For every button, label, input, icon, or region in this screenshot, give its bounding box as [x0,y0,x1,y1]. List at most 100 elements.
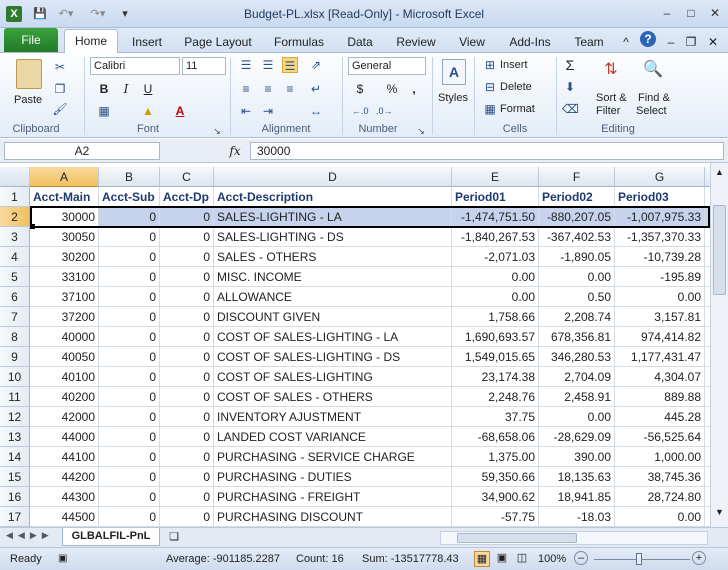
cell-b[interactable]: 0 [99,487,160,507]
tab-insert[interactable]: Insert [128,32,166,52]
cell-d[interactable]: INVENTORY AJUSTMENT [214,407,452,427]
cell-a[interactable]: 44000 [30,427,99,447]
underline-icon[interactable]: U [140,81,156,97]
cell-d[interactable]: COST OF SALES-LIGHTING - DS [214,347,452,367]
cell-a[interactable]: 37200 [30,307,99,327]
cell-e[interactable]: -1,474,751.50 [452,207,539,227]
tab-formulas[interactable]: Formulas [270,32,328,52]
tab-add-ins[interactable]: Add-Ins [506,32,554,52]
maximize-icon[interactable]: □ [680,4,702,22]
cell-f[interactable]: -28,629.09 [539,427,615,447]
cell-d[interactable]: SALES-LIGHTING - LA [214,207,452,227]
zoom-out-icon[interactable]: – [574,551,588,565]
cell-f[interactable]: 18,941.85 [539,487,615,507]
vertical-scroll-thumb[interactable] [713,205,726,295]
format-painter-icon[interactable]: 🖌 [52,101,68,117]
decrease-indent-icon[interactable]: ⇤ [238,103,254,119]
vertical-scrollbar[interactable]: ▲ ▼ [710,163,728,527]
cell-d[interactable]: SALES - OTHERS [214,247,452,267]
cell-b[interactable]: 0 [99,387,160,407]
row-header[interactable]: 6 [0,287,30,307]
cell-d[interactable]: DISCOUNT GIVEN [214,307,452,327]
cell-g[interactable]: -195.89 [615,267,705,287]
column-header-d[interactable]: D [214,167,452,187]
styles-icon[interactable]: A [442,59,466,85]
page-layout-view-icon[interactable]: ▣ [494,551,510,567]
row-header[interactable]: 13 [0,427,30,447]
cell-a[interactable]: 30000 [30,207,99,227]
cell-e[interactable]: 0.00 [452,267,539,287]
cell-g[interactable]: 0.00 [615,287,705,307]
cell-e[interactable]: 59,350.66 [452,467,539,487]
minimize-icon[interactable]: – [656,4,678,22]
find-select-label-1[interactable]: Find & [638,91,670,105]
cell-e[interactable]: 1,549,015.65 [452,347,539,367]
cell-e[interactable]: 1,758.66 [452,307,539,327]
cell-c[interactable]: 0 [160,407,214,427]
cell-g[interactable]: 1,000.00 [615,447,705,467]
paste-button[interactable]: Paste [14,93,42,107]
cell-c[interactable]: 0 [160,487,214,507]
row-header[interactable]: 12 [0,407,30,427]
cell-b[interactable]: 0 [99,447,160,467]
cell-b[interactable]: 0 [99,247,160,267]
column-header-c[interactable]: C [160,167,214,187]
header-cell-d[interactable]: Acct-Description [214,187,452,207]
paste-icon[interactable] [16,59,42,89]
cell-c[interactable]: 0 [160,307,214,327]
cell-b[interactable]: 0 [99,307,160,327]
cell-a[interactable]: 30050 [30,227,99,247]
column-header-a[interactable]: A [30,167,99,187]
zoom-level[interactable]: 100% [538,553,566,565]
tab-home[interactable]: Home [64,29,118,53]
cell-g[interactable]: -56,525.64 [615,427,705,447]
cell-a[interactable]: 40100 [30,367,99,387]
cell-e[interactable]: -57.75 [452,507,539,527]
align-top-icon[interactable]: ☰ [238,57,254,73]
fill-icon[interactable]: ⬇ [562,79,578,95]
scroll-up-icon[interactable]: ▲ [713,167,726,181]
tab-file[interactable]: File [4,28,58,52]
fill-handle[interactable] [30,224,35,229]
row-header[interactable]: 2 [0,207,30,227]
row-header[interactable]: 16 [0,487,30,507]
zoom-slider[interactable] [594,559,690,560]
delete-button[interactable]: Delete [500,80,532,94]
cell-g[interactable]: 889.88 [615,387,705,407]
row-header[interactable]: 17 [0,507,30,527]
workbook-minimize-icon[interactable]: – [664,32,678,52]
cell-d[interactable]: PURCHASING - SERVICE CHARGE [214,447,452,467]
cell-f[interactable]: 2,458.91 [539,387,615,407]
cell-e[interactable]: -2,071.03 [452,247,539,267]
cell-d[interactable]: LANDED COST VARIANCE [214,427,452,447]
header-cell-c[interactable]: Acct-Dp [160,187,214,207]
tab-view[interactable]: View [454,32,490,52]
zoom-slider-thumb[interactable] [636,553,642,565]
increase-decimal-icon[interactable]: ←.0 [352,103,369,119]
cell-c[interactable]: 0 [160,327,214,347]
font-size-select[interactable]: 11 [182,57,226,75]
cell-b[interactable]: 0 [99,227,160,247]
font-color-icon[interactable]: A [172,103,188,119]
column-header-f[interactable]: F [539,167,615,187]
sort-filter-label-1[interactable]: Sort & [596,91,627,105]
cell-f[interactable]: -1,890.05 [539,247,615,267]
header-cell-b[interactable]: Acct-Sub [99,187,160,207]
cell-a[interactable]: 44500 [30,507,99,527]
align-center-icon[interactable]: ≡ [260,81,276,97]
cell-a[interactable]: 33100 [30,267,99,287]
cell-d[interactable]: SALES-LIGHTING - DS [214,227,452,247]
cell-g[interactable]: 28,724.80 [615,487,705,507]
cell-e[interactable]: -1,840,267.53 [452,227,539,247]
cell-c[interactable]: 0 [160,347,214,367]
cell-a[interactable]: 40000 [30,327,99,347]
row-header[interactable]: 9 [0,347,30,367]
cell-g[interactable]: 0.00 [615,507,705,527]
format-button[interactable]: Format [500,102,535,116]
cell-b[interactable]: 0 [99,427,160,447]
cell-f[interactable]: 0.00 [539,267,615,287]
page-break-view-icon[interactable]: ◫ [514,551,530,567]
tab-team[interactable]: Team [570,32,608,52]
cell-b[interactable]: 0 [99,407,160,427]
cell-a[interactable]: 44100 [30,447,99,467]
